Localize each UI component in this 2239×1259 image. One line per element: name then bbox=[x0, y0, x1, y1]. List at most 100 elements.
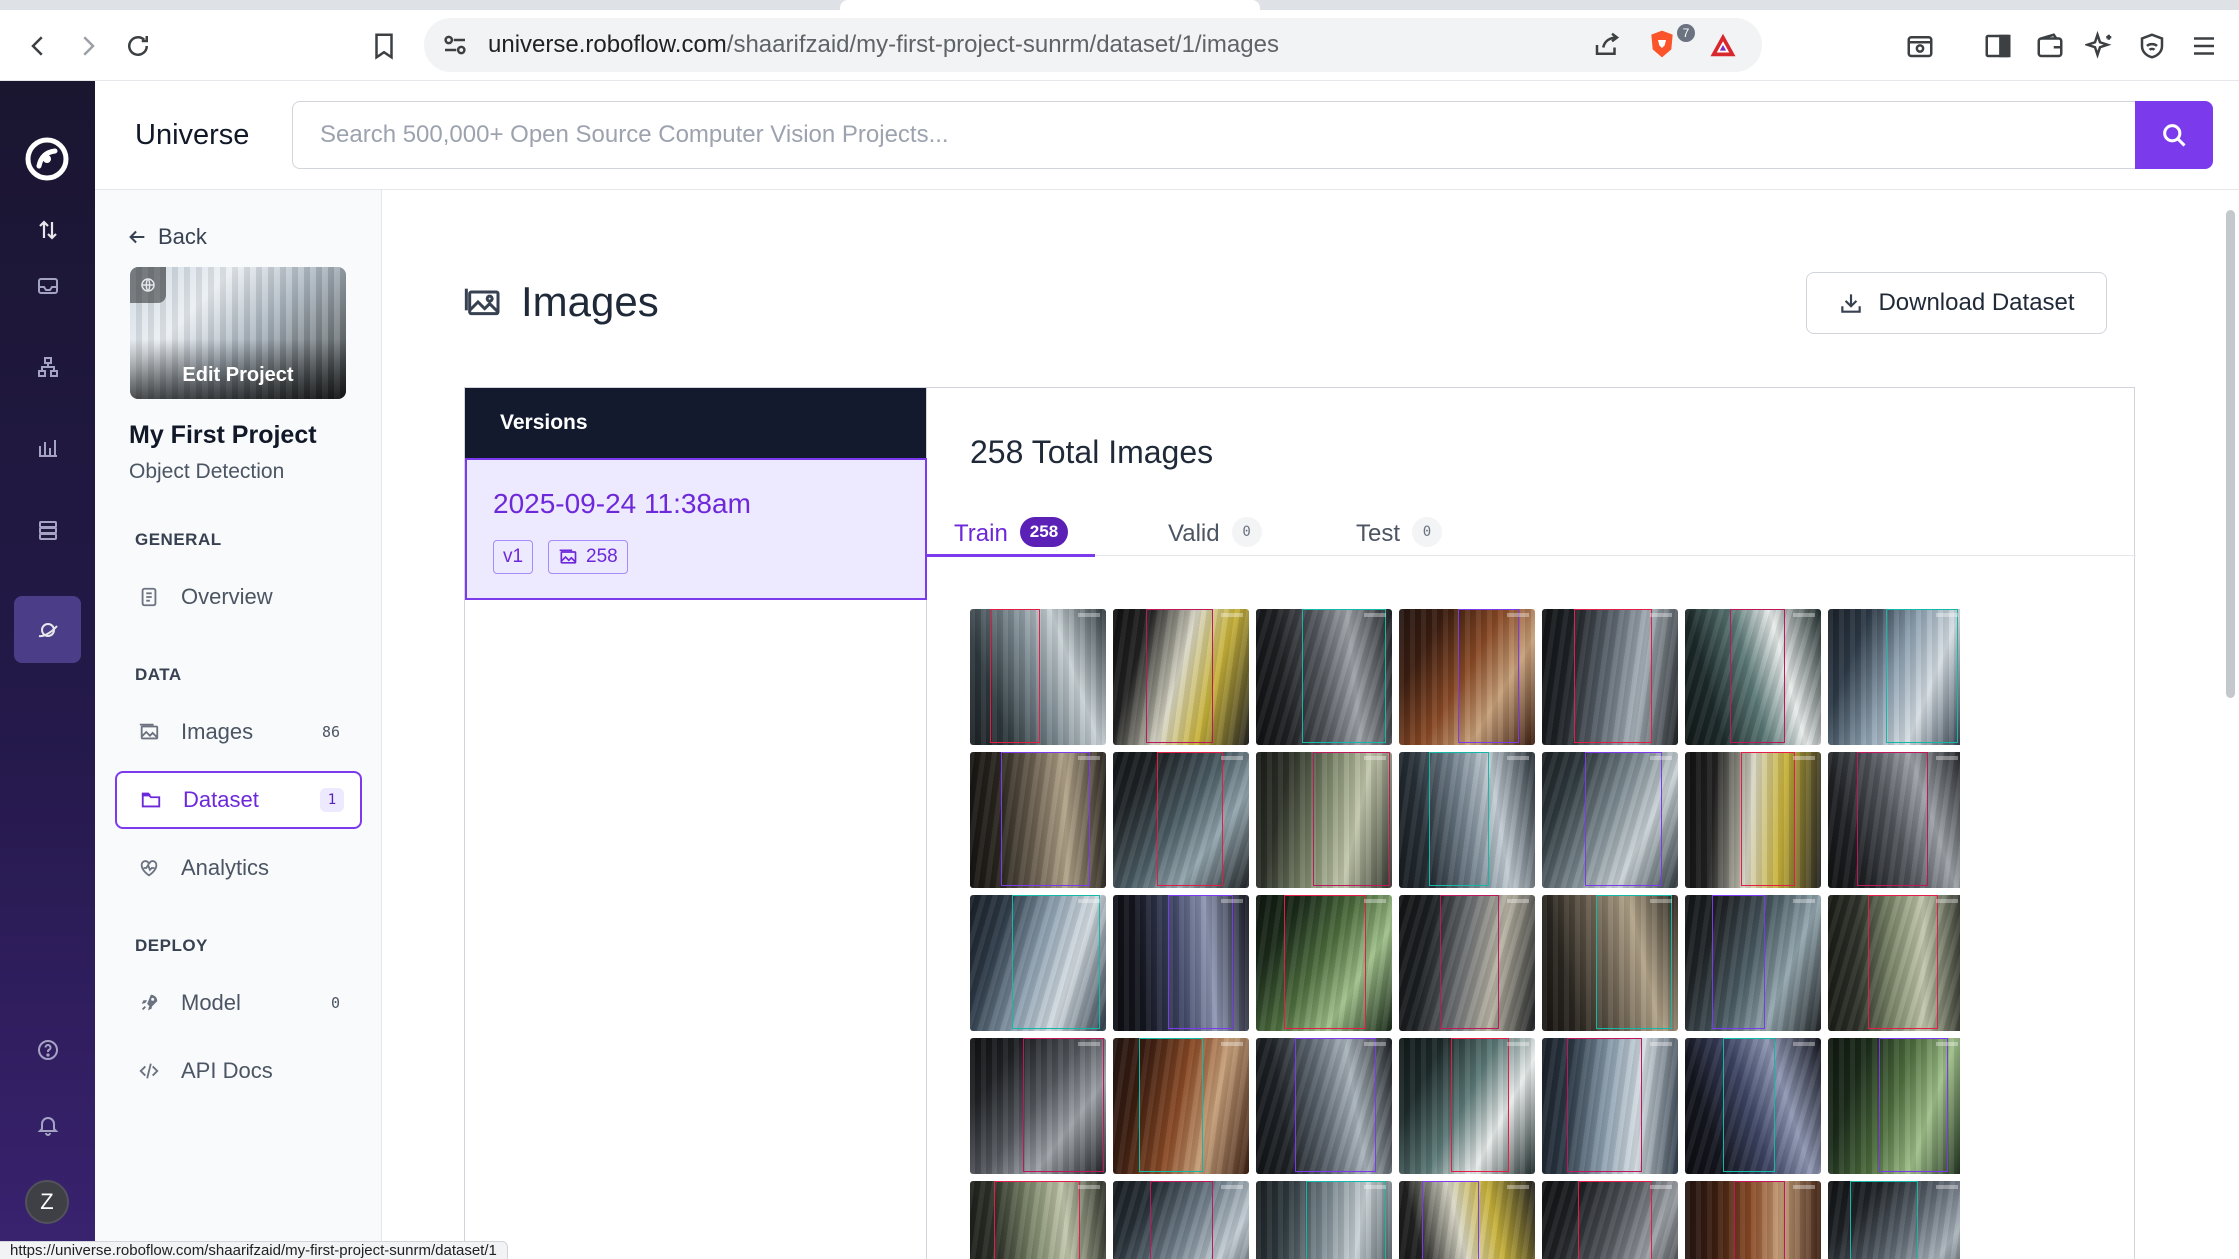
tab-label: Valid bbox=[1168, 520, 1220, 547]
tab-train[interactable]: Train 258 bbox=[927, 517, 1096, 557]
dataset-image-thumbnail[interactable] bbox=[1685, 1181, 1821, 1259]
share-icon[interactable] bbox=[1592, 30, 1622, 65]
edit-project-label[interactable]: Edit Project bbox=[130, 364, 346, 387]
dataset-image-thumbnail[interactable] bbox=[1685, 609, 1821, 745]
dataset-image-thumbnail[interactable] bbox=[1399, 752, 1535, 888]
sidebar-item-images[interactable]: Images 86 bbox=[115, 703, 362, 761]
annotation-box bbox=[1868, 895, 1938, 1029]
forward-arrow-icon[interactable] bbox=[66, 10, 110, 81]
sidebar-item-model[interactable]: Model 0 bbox=[115, 974, 362, 1032]
dataset-image-thumbnail[interactable] bbox=[1685, 752, 1821, 888]
dataset-image-thumbnail[interactable] bbox=[1399, 609, 1535, 745]
bookmark-icon[interactable] bbox=[362, 10, 406, 81]
images-icon bbox=[464, 288, 500, 316]
section-deploy: DEPLOY bbox=[135, 936, 208, 955]
dataset-image-thumbnail[interactable] bbox=[1256, 752, 1392, 888]
dataset-image-thumbnail[interactable] bbox=[970, 1181, 1106, 1259]
reload-icon[interactable] bbox=[116, 10, 160, 81]
logo-icon[interactable] bbox=[24, 136, 70, 182]
leo-ai-icon[interactable] bbox=[2078, 10, 2122, 81]
annotation-box bbox=[1567, 1038, 1642, 1172]
annotation-box bbox=[1730, 609, 1785, 743]
help-icon[interactable] bbox=[14, 1016, 81, 1083]
image-watermark bbox=[1793, 613, 1815, 617]
scrollbar-thumb[interactable] bbox=[2226, 210, 2235, 698]
image-watermark bbox=[1793, 1185, 1815, 1189]
dataset-image-thumbnail[interactable] bbox=[1113, 895, 1249, 1031]
search-field[interactable] bbox=[292, 101, 2135, 169]
workflow-icon[interactable] bbox=[14, 333, 81, 400]
image-watermark bbox=[1507, 756, 1529, 760]
dataset-count-badge: 1 bbox=[320, 788, 344, 812]
sidebar-toggle-icon[interactable] bbox=[1976, 10, 2020, 81]
menu-icon[interactable] bbox=[2182, 10, 2226, 81]
dataset-image-thumbnail[interactable] bbox=[1113, 1038, 1249, 1174]
version-card[interactable]: 2025-09-24 11:38am v1 258 bbox=[465, 458, 927, 600]
sidebar-item-api-docs[interactable]: API Docs bbox=[115, 1042, 362, 1100]
search-button[interactable] bbox=[2135, 101, 2213, 169]
dataset-image-thumbnail[interactable] bbox=[1542, 895, 1678, 1031]
download-dataset-button[interactable]: Download Dataset bbox=[1806, 272, 2107, 334]
dataset-image-thumbnail[interactable] bbox=[1256, 1038, 1392, 1174]
image-watermark bbox=[1936, 1185, 1958, 1189]
dataset-image-thumbnail[interactable] bbox=[970, 1038, 1106, 1174]
version-tag: v1 bbox=[503, 546, 524, 567]
dataset-image-thumbnail[interactable] bbox=[1256, 895, 1392, 1031]
dataset-image-thumbnail[interactable] bbox=[1399, 1181, 1535, 1259]
inbox-icon[interactable] bbox=[14, 252, 81, 319]
dataset-image-thumbnail[interactable] bbox=[1828, 752, 1960, 888]
dataset-image-thumbnail[interactable] bbox=[1828, 1181, 1960, 1259]
dataset-image-thumbnail[interactable] bbox=[1685, 895, 1821, 1031]
dataset-image-thumbnail[interactable] bbox=[1828, 1038, 1960, 1174]
dataset-image-thumbnail[interactable] bbox=[1828, 895, 1960, 1031]
image-watermark bbox=[1078, 1042, 1100, 1046]
dataset-image-thumbnail[interactable] bbox=[1113, 609, 1249, 745]
sidebar-item-overview[interactable]: Overview bbox=[115, 568, 362, 626]
dataset-image-thumbnail[interactable] bbox=[1256, 1181, 1392, 1259]
universe-icon[interactable] bbox=[14, 596, 81, 663]
dataset-image-thumbnail[interactable] bbox=[1113, 752, 1249, 888]
back-arrow-icon[interactable] bbox=[16, 10, 60, 81]
dataset-image-thumbnail[interactable] bbox=[1542, 752, 1678, 888]
dataset-image-thumbnail[interactable] bbox=[970, 895, 1106, 1031]
tab-test[interactable]: Test 0 bbox=[1329, 517, 1469, 557]
dataset-image-thumbnail[interactable] bbox=[1828, 609, 1960, 745]
page-scrollbar[interactable] bbox=[2222, 190, 2239, 1259]
sidebar-item-dataset[interactable]: Dataset 1 bbox=[115, 771, 362, 829]
database-icon[interactable] bbox=[14, 496, 81, 563]
brave-rewards-icon[interactable] bbox=[1708, 30, 1738, 65]
tab-valid[interactable]: Valid 0 bbox=[1141, 517, 1289, 557]
chart-icon[interactable] bbox=[14, 414, 81, 481]
total-images: 258 Total Images bbox=[970, 434, 1214, 470]
tab-count: 0 bbox=[1412, 517, 1443, 547]
reader-mode-icon[interactable] bbox=[1898, 10, 1942, 81]
dataset-image-thumbnail[interactable] bbox=[1399, 895, 1535, 1031]
dataset-image-thumbnail[interactable] bbox=[1256, 609, 1392, 745]
dataset-image-thumbnail[interactable] bbox=[970, 752, 1106, 888]
vpn-shield-icon[interactable] bbox=[2130, 10, 2174, 81]
app-rail: Z bbox=[0, 81, 95, 1259]
dataset-image-thumbnail[interactable] bbox=[1685, 1038, 1821, 1174]
brand-title[interactable]: Universe bbox=[135, 81, 249, 190]
wallet-icon[interactable] bbox=[2028, 10, 2072, 81]
image-watermark bbox=[1650, 1185, 1672, 1189]
search-input[interactable] bbox=[293, 102, 2135, 168]
dataset-image-thumbnail[interactable] bbox=[1399, 1038, 1535, 1174]
dataset-image-thumbnail[interactable] bbox=[970, 609, 1106, 745]
dataset-image-thumbnail[interactable] bbox=[1542, 609, 1678, 745]
active-browser-tab[interactable] bbox=[840, 0, 1260, 10]
bell-icon[interactable] bbox=[14, 1091, 81, 1158]
avatar[interactable]: Z bbox=[25, 1180, 69, 1224]
sidebar-item-analytics[interactable]: Analytics bbox=[115, 839, 362, 897]
browser-toolbar: universe.roboflow.com/shaarifzaid/my-fir… bbox=[0, 10, 2239, 81]
brave-shields-icon[interactable] bbox=[1646, 28, 1678, 65]
back-link[interactable]: Back bbox=[126, 220, 207, 254]
annotation-box bbox=[1306, 1181, 1386, 1259]
version-tag-badge: v1 bbox=[493, 540, 534, 574]
site-settings-icon[interactable] bbox=[440, 30, 470, 60]
dataset-image-thumbnail[interactable] bbox=[1542, 1038, 1678, 1174]
project-thumbnail[interactable]: Edit Project bbox=[130, 267, 346, 399]
dataset-image-thumbnail[interactable] bbox=[1113, 1181, 1249, 1259]
address-bar[interactable]: universe.roboflow.com/shaarifzaid/my-fir… bbox=[424, 18, 1762, 72]
dataset-image-thumbnail[interactable] bbox=[1542, 1181, 1678, 1259]
